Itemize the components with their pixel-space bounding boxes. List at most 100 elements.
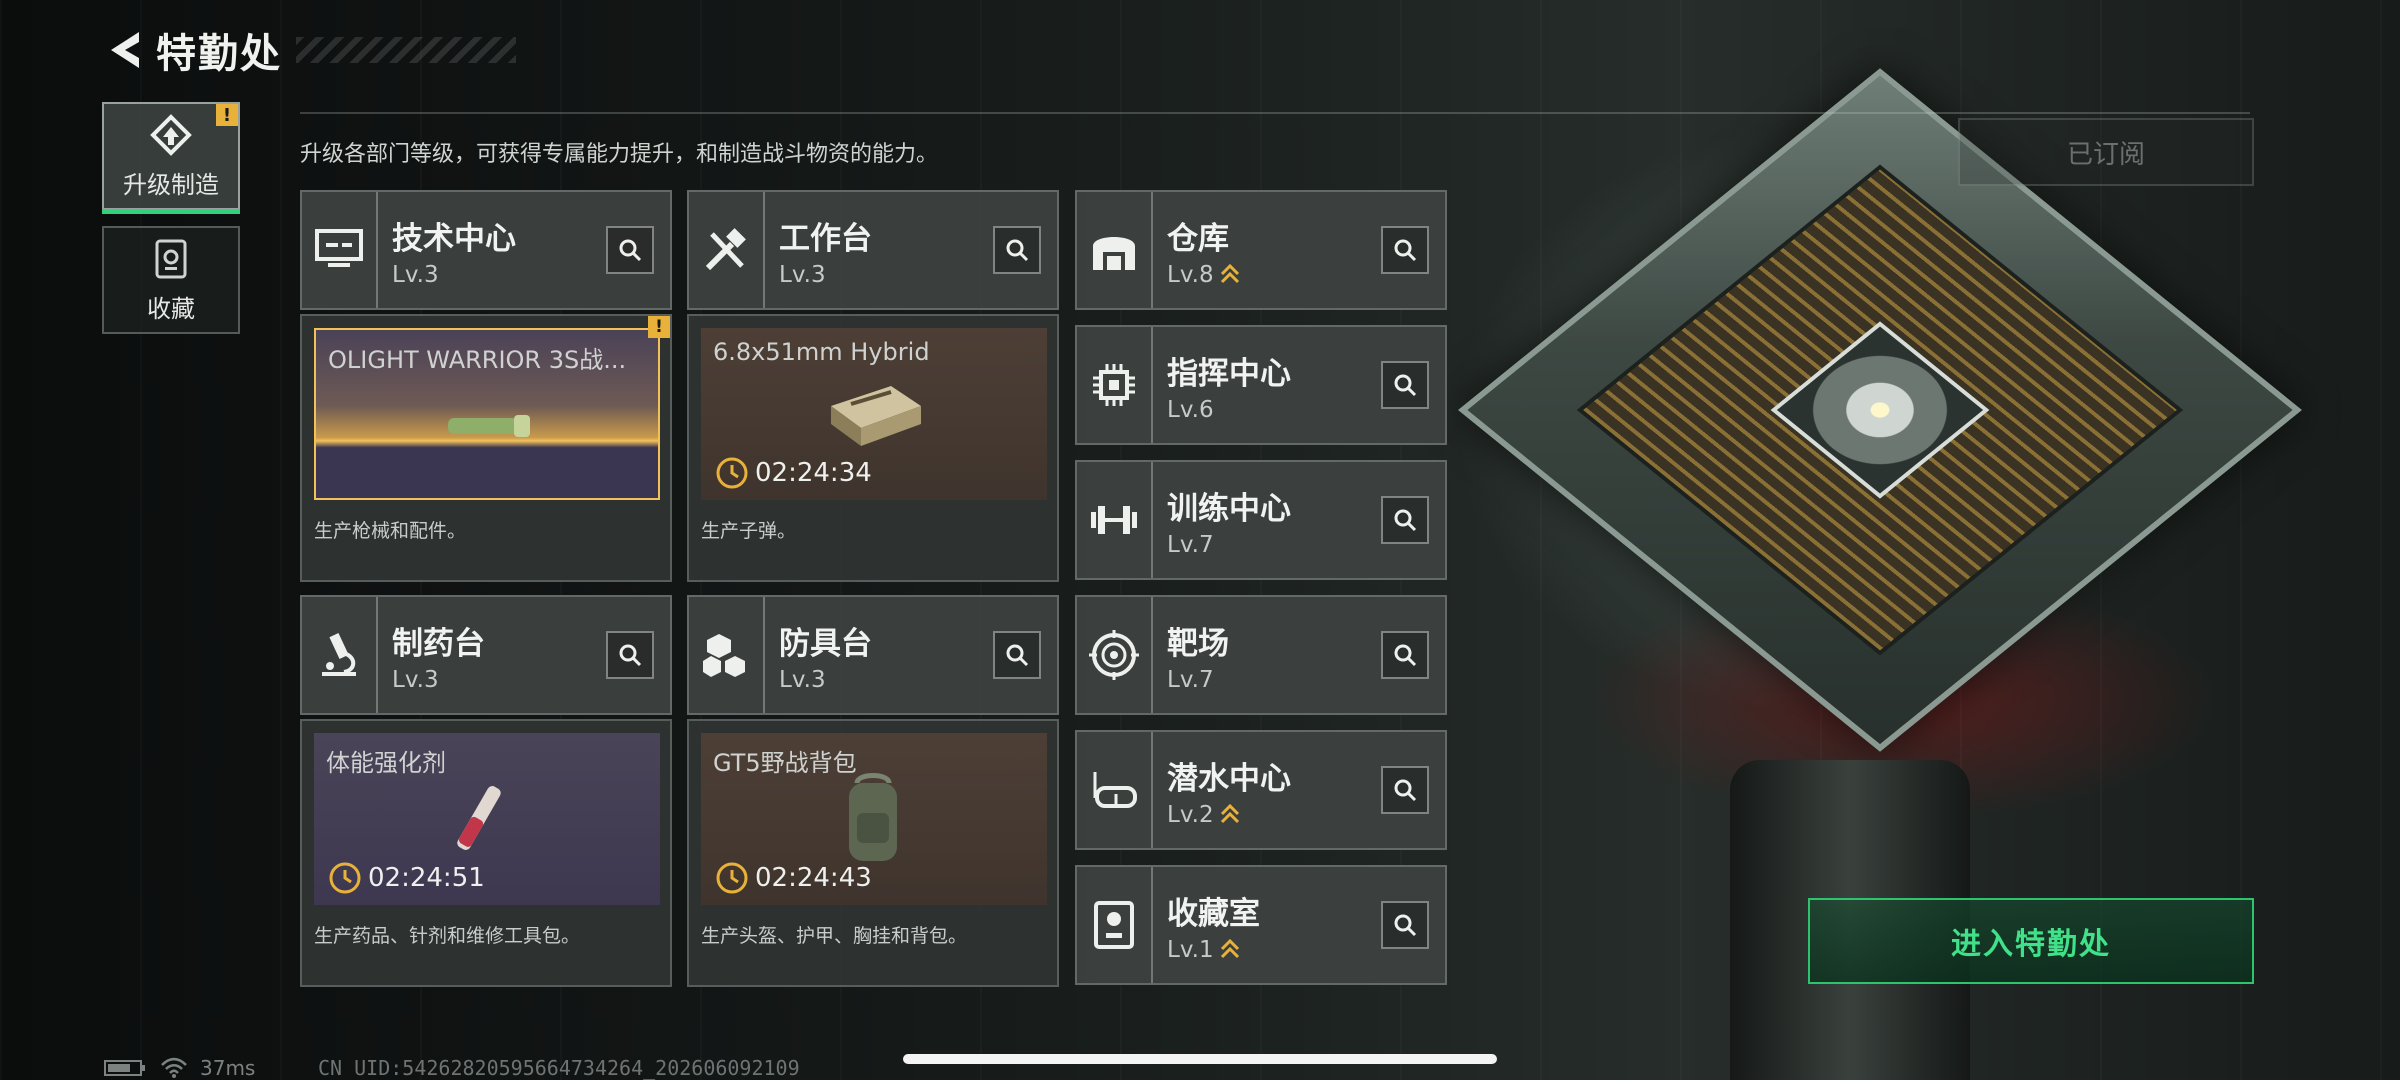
search-icon	[1394, 914, 1417, 937]
search-button[interactable]	[1381, 766, 1429, 814]
timer-icon	[329, 862, 361, 894]
dept-pharmacy[interactable]: 制药台 Lv.3	[300, 595, 672, 715]
dept-level: Lv.7	[1167, 531, 1214, 558]
search-button[interactable]	[1381, 631, 1429, 679]
dept-armor-bench[interactable]: 防具台 Lv.3	[687, 595, 1059, 715]
dept-name: 收藏室	[1167, 895, 1260, 932]
dept-level: Lv.3	[392, 666, 439, 693]
nav-collection[interactable]: 收藏	[102, 226, 240, 334]
production-item-name: 6.8x51mm Hybrid	[713, 338, 930, 366]
dept-level: Lv.1	[1167, 936, 1214, 963]
back-button[interactable]	[100, 22, 150, 78]
dept-level: Lv.3	[779, 261, 826, 288]
search-icon	[1006, 644, 1029, 667]
dept-name: 仓库	[1167, 220, 1229, 257]
dumbbell-icon	[1091, 506, 1137, 534]
header-divider	[300, 112, 2250, 114]
collection-icon	[155, 239, 187, 278]
search-icon	[619, 239, 642, 262]
subscribed-button[interactable]: 已订阅	[1958, 118, 2254, 186]
production-card-armor-bench[interactable]: GT5野战背包 02:24:43 生产头盔、护甲、胸挂和背包。	[687, 719, 1059, 987]
production-card-workbench[interactable]: 6.8x51mm Hybrid 02:24:34 生产子弹。	[687, 314, 1059, 582]
nav-upgrade-craft[interactable]: 升级制造 !	[102, 102, 240, 214]
battery-icon	[104, 1060, 145, 1076]
home-indicator[interactable]	[903, 1054, 1497, 1064]
production-item-name: 体能强化剂	[326, 749, 446, 777]
dept-command-center[interactable]: 指挥中心 Lv.6	[1075, 325, 1447, 445]
search-button[interactable]	[993, 631, 1041, 679]
upgrade-available-icon	[1220, 263, 1239, 283]
production-item-name: OLIGHT WARRIOR 3S战...	[328, 346, 627, 374]
production-timer: 02:24:51	[368, 863, 485, 893]
dept-level: Lv.8	[1167, 261, 1214, 288]
search-button[interactable]	[1381, 901, 1429, 949]
tools-icon	[705, 228, 746, 271]
search-icon	[1394, 644, 1417, 667]
dept-tech-center[interactable]: 技术中心 Lv.3	[300, 190, 672, 310]
page-description: 升级各部门等级，可获得专属能力提升，和制造战斗物资的能力。	[300, 142, 939, 167]
dept-name: 潜水中心	[1167, 760, 1291, 797]
injector-icon	[457, 786, 501, 850]
ping-value: 37ms	[200, 1056, 256, 1080]
nav-collection-label: 收藏	[147, 294, 195, 323]
production-description: 生产枪械和配件。	[314, 520, 467, 542]
dept-name: 防具台	[779, 625, 872, 662]
wifi-icon	[161, 1057, 187, 1078]
timer-icon	[716, 862, 748, 894]
nav-upgrade-label: 升级制造	[123, 170, 219, 199]
production-item-name: GT5野战背包	[713, 749, 857, 777]
production-description: 生产药品、针剂和维修工具包。	[314, 925, 581, 947]
dept-level: Lv.3	[392, 261, 439, 288]
dept-name: 训练中心	[1167, 490, 1291, 527]
backpack-icon	[849, 773, 897, 861]
dept-name: 指挥中心	[1167, 355, 1291, 392]
dept-name: 工作台	[779, 220, 872, 257]
production-timer: 02:24:34	[755, 458, 872, 488]
dept-name: 技术中心	[392, 220, 516, 257]
search-icon	[1394, 779, 1417, 802]
search-button[interactable]	[606, 226, 654, 274]
production-card-tech-center[interactable]: OLIGHT WARRIOR 3S战... ! 生产枪械和配件。	[300, 314, 672, 582]
search-button[interactable]	[606, 631, 654, 679]
production-description: 生产头盔、护甲、胸挂和背包。	[701, 925, 968, 947]
dept-level: Lv.7	[1167, 666, 1214, 693]
search-button[interactable]	[1381, 226, 1429, 274]
search-button[interactable]	[1381, 361, 1429, 409]
upgrade-available-icon	[1220, 938, 1239, 958]
production-timer: 02:24:43	[755, 863, 872, 893]
microscope-icon	[322, 633, 356, 676]
warehouse-icon	[1093, 237, 1135, 270]
search-button[interactable]	[993, 226, 1041, 274]
search-icon	[1394, 374, 1417, 397]
user-uid: CN UID:54262820595664734264_202606092109	[318, 1056, 800, 1080]
alert-badge: !	[216, 104, 238, 126]
dept-warehouse[interactable]: 仓库 Lv.8	[1075, 190, 1447, 310]
dept-diving-center[interactable]: 潜水中心 Lv.2	[1075, 730, 1447, 850]
search-button[interactable]	[1381, 496, 1429, 544]
back-arrow-icon	[111, 32, 139, 68]
dept-training-center[interactable]: 训练中心 Lv.7	[1075, 460, 1447, 580]
search-icon	[1394, 509, 1417, 532]
ammo-box-icon	[831, 386, 921, 446]
flashlight-icon	[448, 415, 530, 437]
alert-badge: !	[648, 316, 670, 338]
upgrade-icon	[150, 113, 192, 156]
dept-workbench[interactable]: 工作台 Lv.3	[687, 190, 1059, 310]
production-card-pharmacy[interactable]: 体能强化剂 02:24:51 生产药品、针剂和维修工具包。	[300, 719, 672, 987]
timer-icon	[716, 457, 748, 489]
chip-icon	[1093, 364, 1135, 406]
dept-level: Lv.3	[779, 666, 826, 693]
status-bar: 37ms	[104, 1056, 255, 1080]
armor-crates-icon	[703, 634, 745, 677]
computer-icon	[315, 229, 363, 267]
dept-shooting-range[interactable]: 靶场 Lv.7	[1075, 595, 1447, 715]
target-icon	[1089, 630, 1139, 680]
dept-collection-room[interactable]: 收藏室 Lv.1	[1075, 865, 1447, 985]
search-icon	[1394, 239, 1417, 262]
upgrade-available-icon	[1220, 803, 1239, 823]
dept-level: Lv.6	[1167, 396, 1214, 423]
title-decoration	[296, 37, 516, 63]
search-icon	[1006, 239, 1029, 262]
production-description: 生产子弹。	[701, 520, 797, 542]
enter-special-ops-button[interactable]: 进入特勤处	[1808, 898, 2254, 984]
